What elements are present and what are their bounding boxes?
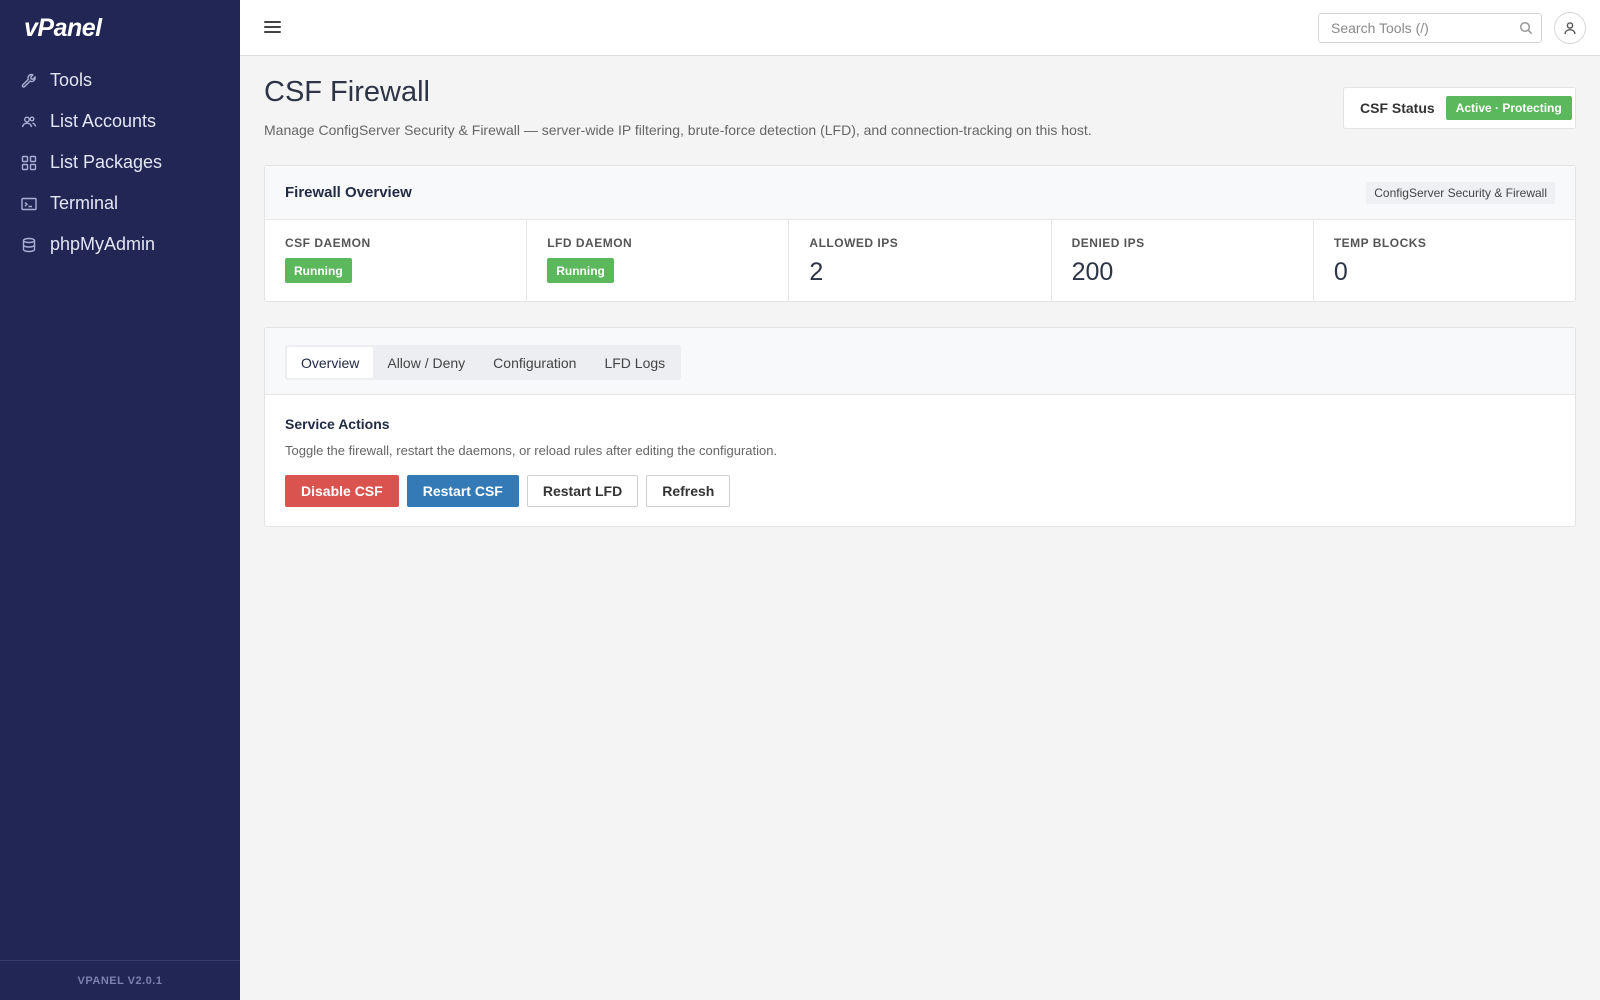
stat-lfd-daemon: LFD DAEMON Running	[527, 220, 790, 302]
terminal-icon	[21, 196, 37, 212]
restart-lfd-button[interactable]: Restart LFD	[526, 475, 639, 507]
sidebar-item-label: phpMyAdmin	[50, 234, 156, 254]
users-icon	[21, 114, 37, 130]
stat-csf-daemon: CSF DAEMON Running	[265, 220, 528, 302]
stat-allowed-ips: ALLOWED IPS 2	[789, 220, 1052, 302]
stats-row: CSF DAEMON Running LFD DAEMON Running AL…	[265, 220, 1575, 302]
status-badge: Running	[547, 258, 614, 283]
stat-label: CSF DAEMON	[285, 236, 371, 250]
status-badge: Running	[285, 258, 352, 283]
tabs-panel: Overview Allow / Deny Configuration LFD …	[264, 327, 1576, 527]
csf-status-card: CSF Status Active · Protecting	[1343, 87, 1576, 129]
sidebar-item-phpmyadmin[interactable]: phpMyAdmin	[0, 224, 240, 265]
hamburger-menu-icon[interactable]	[264, 18, 284, 38]
version-label: VPANEL V2.0.1	[0, 960, 240, 1000]
wrench-icon	[21, 73, 37, 89]
stat-value: 0	[1333, 258, 1348, 286]
section-description: Toggle the firewall, restart the daemons…	[285, 443, 778, 458]
topbar	[240, 0, 1600, 56]
user-icon	[1563, 21, 1577, 35]
search-input[interactable]	[1319, 14, 1509, 42]
tab-allow-deny[interactable]: Allow / Deny	[373, 347, 479, 378]
product-tag: ConfigServer Security & Firewall	[1366, 181, 1555, 204]
tab-bar: Overview Allow / Deny Configuration LFD …	[285, 345, 682, 380]
tab-overview[interactable]: Overview	[287, 347, 374, 378]
stat-denied-ips: DENIED IPS 200	[1052, 220, 1314, 302]
brand-logo[interactable]: vPanel	[0, 0, 240, 56]
csf-status-label: CSF Status	[1360, 100, 1435, 116]
restart-csf-button[interactable]: Restart CSF	[406, 475, 519, 507]
tabs-header: Overview Allow / Deny Configuration LFD …	[265, 328, 1575, 395]
sidebar-item-terminal[interactable]: Terminal	[0, 183, 240, 224]
panel-title: Firewall Overview	[285, 184, 412, 201]
stat-label: ALLOWED IPS	[809, 236, 899, 250]
sidebar-item-list-packages[interactable]: List Packages	[0, 142, 240, 183]
stat-value: 200	[1071, 258, 1114, 286]
search-box	[1318, 13, 1542, 43]
sidebar-item-list-accounts[interactable]: List Accounts	[0, 101, 240, 142]
stat-temp-blocks: TEMP BLOCKS 0	[1314, 220, 1575, 302]
grid-icon	[21, 155, 37, 171]
sidebar-nav: Tools List Accounts List Packages Termin…	[0, 60, 240, 265]
stat-label: DENIED IPS	[1071, 236, 1145, 250]
stat-label: TEMP BLOCKS	[1333, 236, 1427, 250]
firewall-overview-panel: Firewall Overview ConfigServer Security …	[264, 165, 1576, 302]
sidebar-item-label: List Accounts	[50, 111, 157, 131]
sidebar: vPanel Tools List Accounts List Packages…	[0, 0, 240, 1000]
page-title: CSF Firewall	[264, 76, 430, 108]
user-menu-button[interactable]	[1554, 12, 1586, 44]
service-actions-section: Service Actions Toggle the firewall, res…	[265, 395, 1575, 507]
action-buttons: Disable CSF Restart CSF Restart LFD Refr…	[285, 475, 1555, 507]
tab-lfd-logs[interactable]: LFD Logs	[590, 347, 679, 378]
status-badge: Active · Protecting	[1445, 96, 1572, 120]
tab-configuration[interactable]: Configuration	[479, 347, 590, 378]
sidebar-item-label: Terminal	[50, 193, 119, 213]
sidebar-item-tools[interactable]: Tools	[0, 60, 240, 101]
panel-header: Firewall Overview ConfigServer Security …	[265, 166, 1575, 220]
stat-label: LFD DAEMON	[547, 236, 633, 250]
sidebar-item-label: List Packages	[50, 152, 163, 172]
section-title: Service Actions	[285, 416, 390, 432]
search-icon[interactable]	[1519, 21, 1533, 35]
refresh-button[interactable]: Refresh	[646, 475, 731, 507]
page-description: Manage ConfigServer Security & Firewall …	[264, 122, 1092, 138]
sidebar-item-label: Tools	[50, 70, 93, 90]
database-icon	[21, 237, 37, 253]
disable-csf-button[interactable]: Disable CSF	[285, 475, 399, 507]
stat-value: 2	[809, 258, 824, 286]
